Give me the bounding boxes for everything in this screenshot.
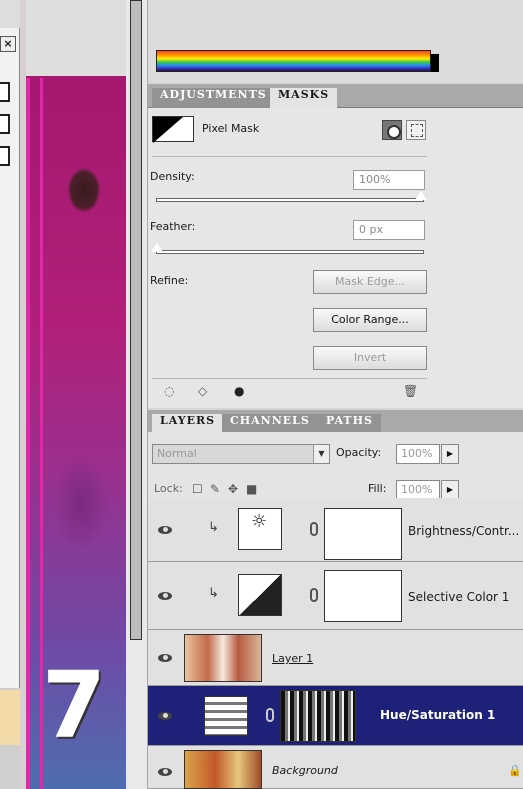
opacity-dropdown-icon[interactable]: ▶ <box>441 444 459 464</box>
density-field[interactable]: 100% <box>353 170 425 190</box>
density-slider-knob[interactable] <box>415 191 427 200</box>
lock-position-icon[interactable]: ✥ <box>228 482 238 496</box>
pixel-mask-icon[interactable] <box>382 120 402 140</box>
layer-mask-thumbnail[interactable] <box>324 570 402 622</box>
tab-channels[interactable]: CHANNELS <box>222 414 318 434</box>
floating-dialog: × <box>0 28 20 688</box>
guide-line <box>26 78 30 789</box>
tab-paths[interactable]: PATHS <box>318 414 381 434</box>
layers-options: Normal ▼ Opacity: 100% ▶ Lock: ☐ ✎ ✥ ■ F… <box>148 432 523 500</box>
dialog-checkbox[interactable] <box>0 82 10 102</box>
masks-panel: Pixel Mask Density: 100% Feather: 0 px R… <box>148 108 523 408</box>
layer-row[interactable]: Layer 1 <box>148 630 523 686</box>
divider <box>152 156 427 157</box>
opacity-value: 100% <box>401 447 433 460</box>
dialog-checkbox[interactable] <box>0 114 10 134</box>
layer-name[interactable]: Hue/Saturation 1 <box>380 708 495 722</box>
density-slider[interactable] <box>156 191 427 202</box>
eye-icon[interactable] <box>154 762 176 782</box>
mask-edge-button[interactable]: Mask Edge... <box>313 270 427 294</box>
invert-button[interactable]: Invert <box>313 346 427 370</box>
scrollbar-thumb[interactable] <box>130 0 142 640</box>
panels-dock: ADJUSTMENTS MASKS Pixel Mask Density: 10… <box>148 0 523 789</box>
dialog-close-button[interactable]: × <box>0 36 16 52</box>
layers-list: ↳ ☼ Brightness/Contr... ↳ Selective Colo… <box>148 498 523 789</box>
selective-color-icon <box>238 574 282 616</box>
refine-label: Refine: <box>150 274 189 287</box>
opacity-label: Opacity: <box>336 446 382 459</box>
blend-mode-select[interactable]: Normal ▼ <box>152 444 330 464</box>
link-icon <box>310 522 318 536</box>
canvas-top-area <box>26 0 126 76</box>
layer-row[interactable]: Background 🔒 <box>148 746 523 789</box>
tab-layers[interactable]: LAYERS <box>152 414 224 434</box>
fill-value: 100% <box>401 483 433 496</box>
lock-all-icon[interactable]: ■ <box>246 482 257 496</box>
canvas-scrollbar[interactable] <box>126 0 148 789</box>
layer-row-selected[interactable]: Hue/Saturation 1 <box>148 686 523 746</box>
eye-icon[interactable] <box>154 648 176 668</box>
layer-thumbnail[interactable] <box>184 634 262 682</box>
sun-icon: ☼ <box>251 511 268 532</box>
feather-slider-knob[interactable] <box>151 243 163 252</box>
lock-icon: 🔒 <box>508 764 522 777</box>
layer-mask-thumbnail[interactable] <box>324 508 402 560</box>
color-panel <box>148 0 523 82</box>
load-selection-icon[interactable]: ◌ <box>164 384 174 398</box>
color-spectrum-ramp[interactable] <box>156 50 439 72</box>
trash-icon[interactable]: 🗑 <box>403 384 418 398</box>
clipping-arrow-icon: ↳ <box>208 586 219 601</box>
feather-slider[interactable] <box>151 243 424 254</box>
clipping-arrow-icon: ↳ <box>208 520 219 535</box>
vector-mask-icon[interactable] <box>406 120 426 140</box>
mask-type-label: Pixel Mask <box>202 122 260 135</box>
feather-field[interactable]: 0 px <box>353 220 425 240</box>
dialog-title-strip <box>0 0 20 28</box>
mask-thumbnail <box>152 116 194 143</box>
fill-dropdown-icon[interactable]: ▶ <box>441 480 459 500</box>
dialog-checkbox[interactable] <box>0 146 10 166</box>
dialog-footer-swatch <box>0 690 20 745</box>
step-number: 7 <box>42 652 107 759</box>
layer-row[interactable]: ↳ ☼ Brightness/Contr... <box>148 498 523 562</box>
layer-name[interactable]: Layer 1 <box>272 652 313 665</box>
visibility-eye-icon[interactable]: ● <box>234 384 244 398</box>
eye-icon[interactable] <box>154 520 176 540</box>
layer-row[interactable]: ↳ Selective Color 1 <box>148 562 523 630</box>
density-label: Density: <box>150 170 195 183</box>
apply-mask-icon[interactable]: ◇ <box>198 384 207 398</box>
layer-name[interactable]: Selective Color 1 <box>408 590 509 604</box>
blend-mode-value: Normal <box>157 447 197 460</box>
chevron-down-icon: ▼ <box>313 445 329 463</box>
link-icon <box>310 588 318 602</box>
lock-label: Lock: <box>154 482 183 495</box>
lock-transparency-icon[interactable]: ☐ <box>192 482 203 496</box>
fill-label: Fill: <box>368 482 387 495</box>
layers-tabbar: LAYERS CHANNELS PATHS <box>148 410 523 434</box>
brightness-contrast-icon: ☼ <box>238 508 282 550</box>
layer-name[interactable]: Brightness/Contr... <box>408 524 519 538</box>
fill-field[interactable]: 100% ▶ <box>396 480 459 500</box>
lock-image-icon[interactable]: ✎ <box>210 482 220 496</box>
layer-thumbnail[interactable] <box>184 750 262 789</box>
hue-saturation-icon <box>204 696 248 736</box>
adjustments-tabbar: ADJUSTMENTS MASKS <box>148 84 523 108</box>
feather-label: Feather: <box>150 220 196 233</box>
eye-icon[interactable] <box>154 706 176 726</box>
layer-name[interactable]: Background <box>272 764 338 777</box>
divider <box>152 378 427 379</box>
tab-adjustments[interactable]: ADJUSTMENTS <box>152 88 275 108</box>
eye-icon[interactable] <box>154 586 176 606</box>
layer-mask-thumbnail[interactable] <box>280 690 356 742</box>
opacity-field[interactable]: 100% ▶ <box>396 444 459 464</box>
link-icon <box>266 708 274 722</box>
color-range-button[interactable]: Color Range... <box>313 308 427 332</box>
tab-masks[interactable]: MASKS <box>270 88 338 108</box>
